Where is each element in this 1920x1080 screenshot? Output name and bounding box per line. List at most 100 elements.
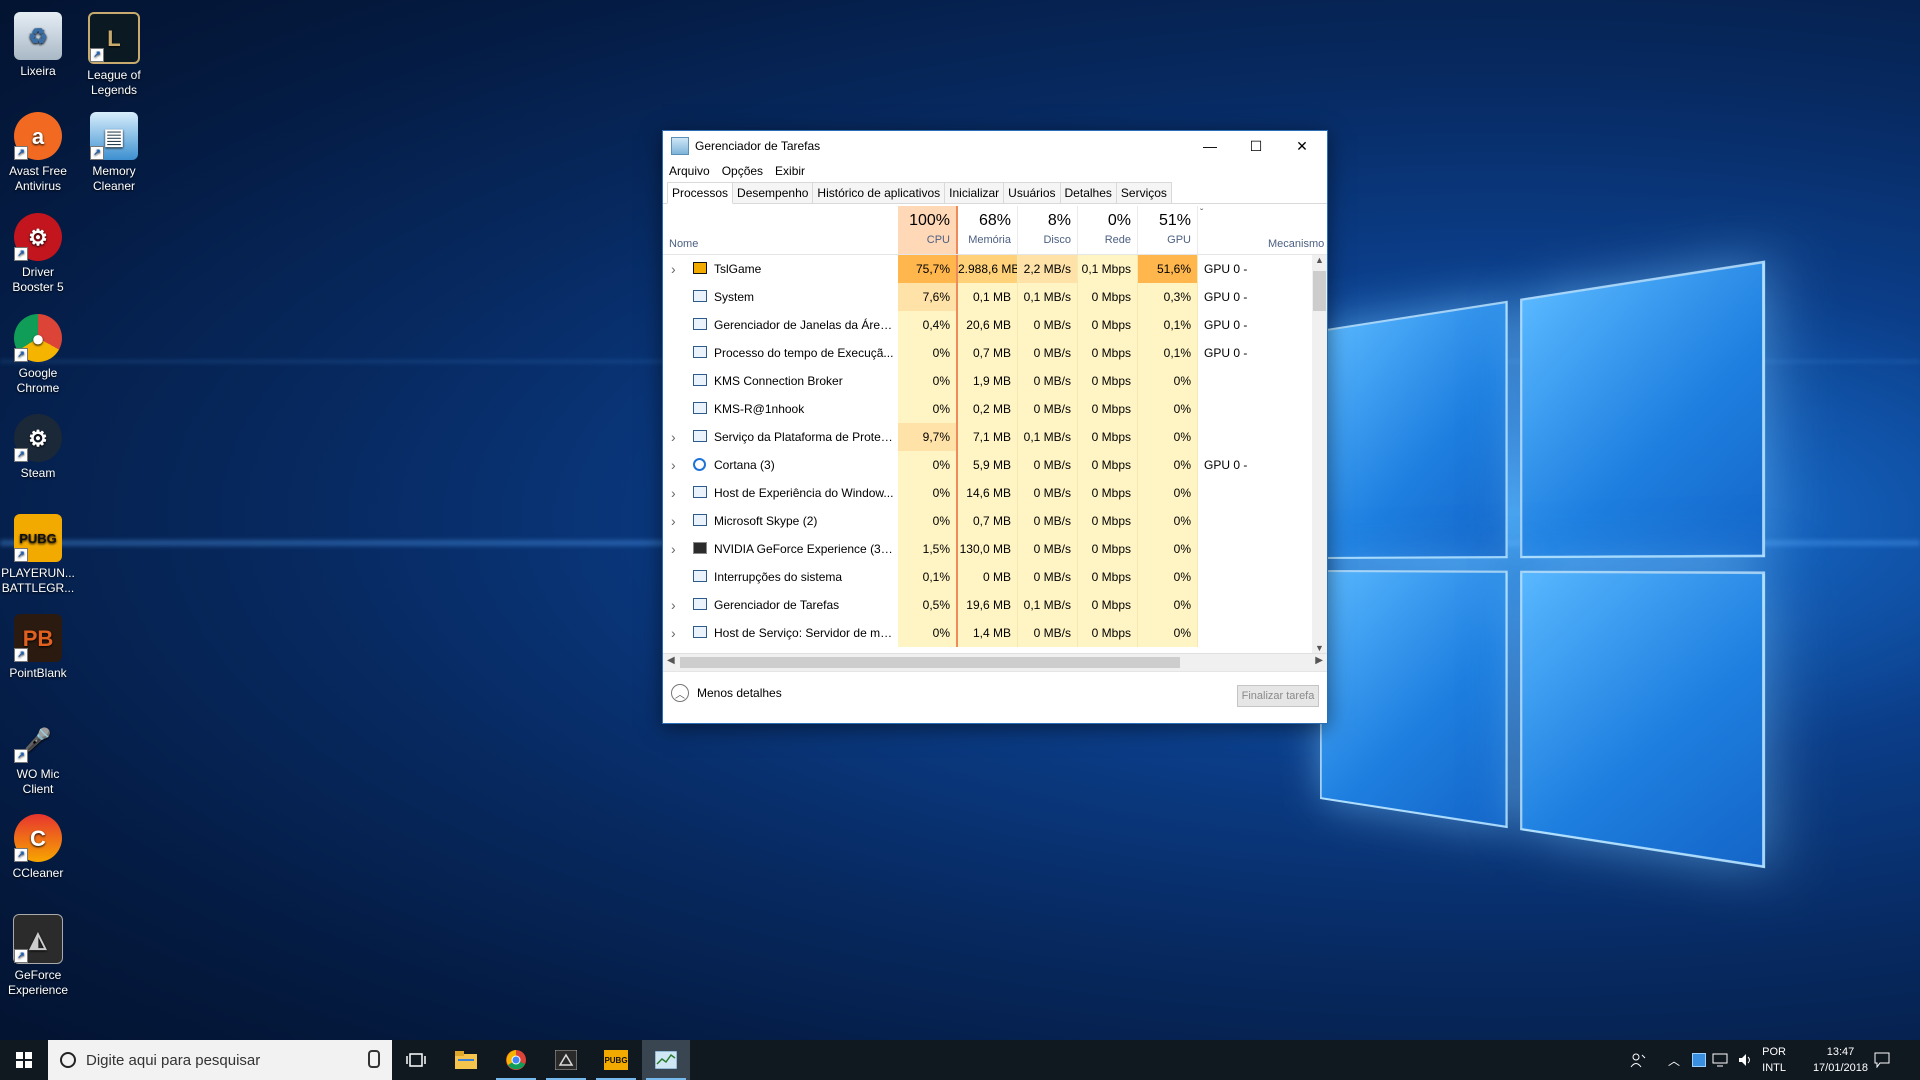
process-disk-cell: 0 MB/s [1018,451,1078,479]
scroll-up-icon[interactable]: ▲ [1312,255,1327,265]
taskbar-chrome[interactable] [492,1040,540,1080]
process-row[interactable]: Interrupções do sistema 0,1% 0 MB 0 MB/s 0 M… [663,563,1313,591]
process-name-cell: › Microsoft Skype (2) [663,507,898,535]
chevron-right-icon[interactable]: › [671,535,683,563]
chevron-right-icon[interactable]: › [671,479,683,507]
people-icon[interactable] [1630,1040,1646,1080]
taskbar-pubg[interactable]: PUBG [592,1040,640,1080]
chevron-right-icon[interactable]: › [671,619,683,647]
scroll-down-icon[interactable]: ▼ [1312,643,1327,653]
tab-desempenho[interactable]: Desempenho [732,182,813,203]
desktop-icon-microphone[interactable]: 🎤 ↗ WO Mic Client [0,709,76,797]
process-row[interactable]: › NVIDIA GeForce Experience (32 ... 1,5% 13… [663,535,1313,563]
process-row[interactable]: › Host de Experiência do Window... 0% 14,6 … [663,479,1313,507]
fewer-details-button[interactable]: ︿ Menos detalhes [671,684,782,702]
column-cpu-header[interactable]: 100% CPU [898,206,958,254]
start-button[interactable] [0,1040,48,1080]
horizontal-scroll-thumb[interactable] [680,657,1180,668]
process-row[interactable]: Gerenciador de Janelas da Área ... 0,4% 20… [663,311,1313,339]
chevron-right-icon[interactable]: › [671,255,683,283]
column-network-header[interactable]: 0% Rede [1078,206,1138,254]
desktop-icon-avast[interactable]: a ↗ Avast Free Antivirus [0,106,76,194]
desktop-icon-pointblank[interactable]: PB ↗ PointBlank [0,608,76,681]
process-cpu-cell: 0% [898,367,958,395]
desktop-icon-league-of-legends[interactable]: L ↗ League of Legends [76,6,152,98]
shortcut-arrow-icon: ↗ [14,448,28,462]
tab-inicializar[interactable]: Inicializar [944,182,1004,203]
taskbar-task-manager[interactable] [642,1040,690,1080]
taskbar-geforce[interactable] [542,1040,590,1080]
process-row[interactable]: Processo do tempo de Execuçã... 0% 0,7 MB 0… [663,339,1313,367]
vertical-scroll-thumb[interactable] [1313,271,1326,311]
process-disk-cell: 0 MB/s [1018,535,1078,563]
column-gpu-header[interactable]: 51% GPU [1138,206,1198,254]
chevron-right-icon[interactable]: › [671,591,683,619]
scroll-right-icon[interactable]: ▶ [1315,655,1323,666]
process-name-cell: › Serviço da Plataforma de Proteç... [663,423,898,451]
desktop-icon-recycle-bin[interactable]: ♻ Lixeira [0,6,76,79]
clock[interactable]: 13:47 17/01/2018 [1813,1044,1868,1076]
process-row[interactable]: › Serviço da Plataforma de Proteç... 9,7% 7… [663,423,1313,451]
process-row[interactable]: › Microsoft Skype (2) 0% 0,7 MB 0 MB/s 0 Mbps… [663,507,1313,535]
menu-exibir[interactable]: Exibir [775,164,805,178]
shortcut-arrow-icon: ↗ [90,48,104,62]
input-language[interactable]: POR INTL [1762,1044,1786,1076]
process-name: System [714,283,894,311]
desktop-icon-driver-booster[interactable]: ⚙ ↗ Driver Booster 5 [0,207,76,295]
window-icon [693,486,707,498]
show-hidden-icons-chevron-icon[interactable]: ︿ [1668,1040,1680,1080]
task-manager-window[interactable]: Gerenciador de Tarefas — ☐ ✕ Arquivo Opç… [662,130,1328,724]
process-row[interactable]: › Cortana (3) 0% 5,9 MB 0 MB/s 0 Mbps 0% GPU 0 … [663,451,1313,479]
tray-app-icon[interactable] [1692,1040,1706,1080]
column-name-header[interactable]: Nome [669,238,698,250]
microphone-icon[interactable] [368,1050,380,1068]
chevron-right-icon[interactable]: › [671,451,683,479]
desktop-icon-ccleaner[interactable]: C ↗ CCleaner [0,808,76,881]
menu-arquivo[interactable]: Arquivo [669,164,710,178]
task-view-button[interactable] [392,1040,440,1080]
memory-cleaner-icon: ▤ ↗ [90,112,138,160]
close-button[interactable]: ✕ [1279,131,1325,161]
process-mem-cell: 0,7 MB [958,507,1018,535]
process-row[interactable]: System 7,6% 0,1 MB 0,1 MB/s 0 Mbps 0,3% GPU 0 … [663,283,1313,311]
desktop-icon-pubg[interactable]: PUBG ↗ PLAYERUN... BATTLEGR... [0,508,76,596]
tab-usuarios[interactable]: Usuários [1003,182,1060,203]
process-row[interactable]: › Gerenciador de Tarefas 0,5% 19,6 MB 0,1 MB… [663,591,1313,619]
menu-opcoes[interactable]: Opções [722,164,763,178]
process-row[interactable]: KMS Connection Broker 0% 1,9 MB 0 MB/s 0 Mbp… [663,367,1313,395]
league-of-legends-icon: L ↗ [88,12,140,64]
process-row[interactable]: › TslGame 75,7% 2.988,6 MB 2,2 MB/s 0,1 Mbps 5… [663,255,1313,283]
column-memory-header[interactable]: 68% Memória [958,206,1018,254]
vertical-scrollbar[interactable]: ▲ ▼ [1312,255,1327,653]
search-box[interactable]: Digite aqui para pesquisar [48,1040,392,1080]
process-row[interactable]: KMS-R@1nhook 0% 0,2 MB 0 MB/s 0 Mbps 0% [663,395,1313,423]
title-bar[interactable]: Gerenciador de Tarefas — ☐ ✕ [663,131,1327,161]
column-disk-header[interactable]: 8% Disco [1018,206,1078,254]
scroll-left-icon[interactable]: ◀ [667,655,675,666]
column-engine-header[interactable]: Mecanismo [1268,238,1324,250]
taskbar-file-explorer[interactable] [442,1040,490,1080]
horizontal-scrollbar[interactable]: ◀ ▶ [663,653,1327,671]
network-icon[interactable] [1712,1040,1730,1080]
end-task-button[interactable]: Finalizar tarefa [1237,685,1319,707]
maximize-button[interactable]: ☐ [1233,131,1279,161]
action-center-button[interactable] [1874,1040,1890,1080]
pubg-icon: PUBG [604,1050,628,1070]
minimize-button[interactable]: — [1187,131,1233,161]
process-cpu-cell: 0,5% [898,591,958,619]
desktop-icon-memory-cleaner[interactable]: ▤ ↗ Memory Cleaner [76,106,152,194]
desktop-icon-steam[interactable]: ⚙ ↗ Steam [0,408,76,481]
tab-detalhes[interactable]: Detalhes [1060,182,1117,203]
desktop-icon-chrome[interactable]: ● ↗ Google Chrome [0,308,76,396]
tab-historico[interactable]: Histórico de aplicativos [812,182,945,203]
process-row[interactable]: › Host de Serviço: Servidor de mo... 0% 1,4… [663,619,1313,647]
desktop-icon-geforce[interactable]: ◭ ↗ GeForce Experience [0,908,76,998]
volume-icon[interactable] [1738,1040,1754,1080]
chevron-right-icon[interactable]: › [671,507,683,535]
desktop-icon-label: Steam [0,466,76,481]
chevron-right-icon[interactable]: › [671,423,683,451]
process-engine-cell [1198,423,1268,451]
tab-processos[interactable]: Processos [667,182,733,204]
tab-servicos[interactable]: Serviços [1116,182,1172,203]
process-gpu-cell: 0% [1138,479,1198,507]
